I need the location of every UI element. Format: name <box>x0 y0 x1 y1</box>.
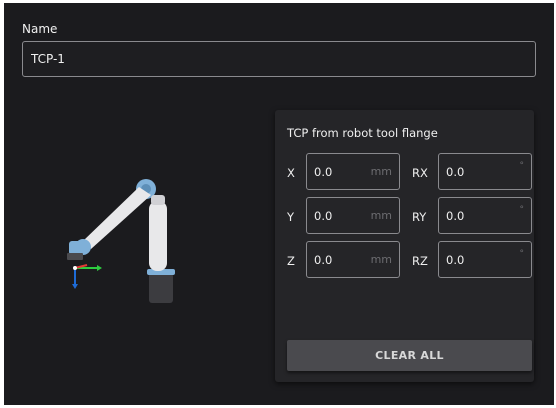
z-label: Z <box>287 254 295 268</box>
robot-lower-link <box>149 201 167 271</box>
x-field[interactable]: 0.0 mm <box>306 153 400 190</box>
z-unit: mm <box>370 253 392 266</box>
y-unit: mm <box>370 209 392 222</box>
y-label: Y <box>287 210 295 224</box>
ry-field[interactable]: 0.0 ° <box>438 197 532 234</box>
robot-upper-link <box>83 187 151 249</box>
robot-tool-flange <box>67 253 83 260</box>
name-label: Name <box>22 22 58 36</box>
ry-value: 0.0 <box>446 209 465 223</box>
rx-field[interactable]: 0.0 ° <box>438 153 532 190</box>
ry-unit: ° <box>519 205 525 215</box>
z-field[interactable]: 0.0 mm <box>306 241 400 278</box>
tcp-editor-panel: Name TCP from robot tool flange X 0.0 mm <box>4 3 554 405</box>
rx-unit: ° <box>519 161 525 171</box>
robot-arm-illustration <box>67 179 175 303</box>
clear-all-button[interactable]: CLEAR ALL <box>287 340 532 371</box>
rz-field[interactable]: 0.0 ° <box>438 241 532 278</box>
y-value: 0.0 <box>314 209 333 223</box>
rx-label: RX <box>412 166 428 180</box>
y-field[interactable]: 0.0 mm <box>306 197 400 234</box>
x-value: 0.0 <box>314 165 333 179</box>
rz-label: RZ <box>412 254 428 268</box>
ry-label: RY <box>412 210 427 224</box>
rz-value: 0.0 <box>446 253 465 267</box>
name-input[interactable] <box>22 41 536 77</box>
z-value: 0.0 <box>314 253 333 267</box>
rx-value: 0.0 <box>446 165 465 179</box>
tcp-title: TCP from robot tool flange <box>287 126 438 140</box>
robot-base <box>149 273 173 303</box>
tcp-offset-card: TCP from robot tool flange X 0.0 mm Y 0.… <box>275 110 534 382</box>
x-label: X <box>287 166 295 180</box>
rz-unit: ° <box>519 249 525 259</box>
x-unit: mm <box>370 165 392 178</box>
